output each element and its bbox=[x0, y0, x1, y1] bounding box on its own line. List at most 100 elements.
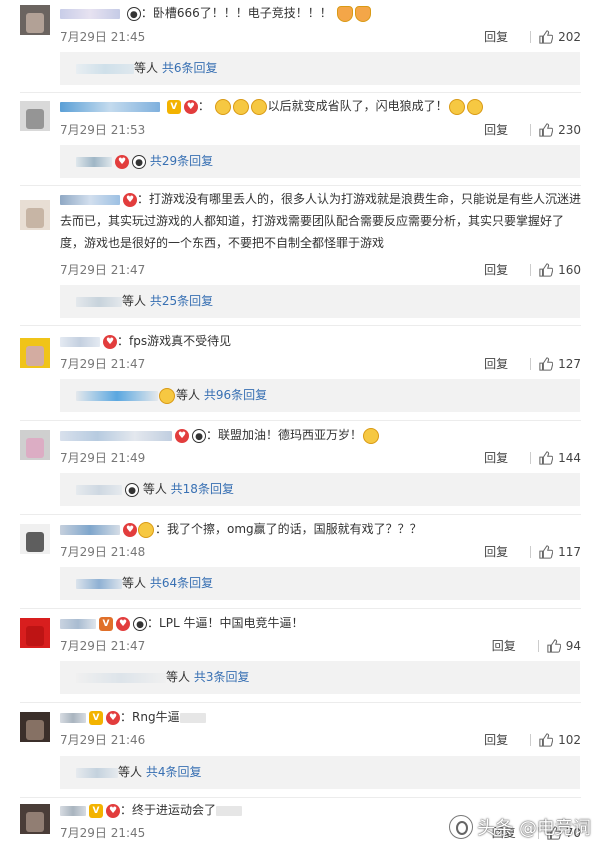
v-badge-icon: V bbox=[99, 616, 113, 631]
username[interactable] bbox=[60, 194, 120, 205]
comment-body: ♥ ：打游戏没有哪里丢人的，很多人认为打游戏就是浪费生命，只能说是有些人沉迷进去而… bbox=[60, 192, 582, 250]
reply-suffix: 等人 bbox=[134, 61, 159, 75]
thumbs-up-icon[interactable] bbox=[547, 638, 561, 653]
username[interactable] bbox=[60, 336, 100, 347]
reply-count-link[interactable]: 共4条回复 bbox=[146, 765, 202, 779]
like-count: 117 bbox=[558, 544, 581, 559]
reply-summary[interactable]: 等人 共64条回复 bbox=[60, 567, 580, 600]
reply-count-link[interactable]: 共29条回复 bbox=[150, 154, 213, 168]
panda-icon: ● bbox=[192, 428, 206, 443]
avatar[interactable] bbox=[20, 618, 50, 648]
level-badge-icon: ♥ bbox=[123, 192, 137, 207]
laugh-emoji-icon bbox=[466, 98, 483, 115]
panda-icon: ● bbox=[125, 482, 139, 497]
comment-text: 联盟加油！德玛西亚万岁！ bbox=[218, 428, 363, 442]
smile-emoji-icon bbox=[250, 98, 267, 115]
comment-body: ♥ ● ：联盟加油！德玛西亚万岁！ bbox=[60, 424, 585, 446]
avatar[interactable] bbox=[20, 338, 50, 368]
reply-count-link[interactable]: 共25条回复 bbox=[150, 294, 213, 308]
username[interactable] bbox=[60, 805, 86, 816]
reply-summary[interactable]: 等人 共3条回复 bbox=[60, 661, 580, 694]
comment-text: 以后就变成省队了，闪电狼成了！ bbox=[267, 99, 448, 113]
like-count: 102 bbox=[558, 732, 581, 747]
level-badge-icon: ♥ bbox=[106, 803, 120, 818]
comment-body: V ♥： 以后就变成省队了，闪电狼成了！ bbox=[60, 95, 585, 117]
comment-actions: 回复 144 bbox=[484, 449, 581, 466]
avatar[interactable] bbox=[20, 804, 50, 834]
avatar[interactable] bbox=[20, 5, 50, 35]
comment-actions: 回复 102 bbox=[484, 731, 581, 748]
username[interactable] bbox=[60, 101, 160, 112]
username[interactable] bbox=[60, 618, 96, 629]
thumbs-up-icon[interactable] bbox=[539, 450, 554, 465]
reply-count-link[interactable]: 共64条回复 bbox=[150, 576, 213, 590]
divider bbox=[20, 797, 581, 798]
smile-emoji-icon bbox=[232, 98, 249, 115]
avatar[interactable] bbox=[20, 101, 50, 131]
reply-summary[interactable]: 等人 共6条回复 bbox=[60, 52, 580, 85]
separator bbox=[530, 263, 532, 276]
comment-time: 7月29日 21:45 bbox=[60, 826, 146, 840]
like-count: 144 bbox=[558, 450, 581, 465]
username[interactable] bbox=[60, 430, 172, 441]
thumbs-up-icon[interactable] bbox=[539, 262, 554, 277]
comment-time: 7月29日 21:53 bbox=[60, 123, 146, 137]
reply-button[interactable]: 回复 bbox=[484, 261, 508, 278]
reply-button[interactable]: 回复 bbox=[484, 121, 508, 138]
reply-count-link[interactable]: 共18条回复 bbox=[171, 482, 234, 496]
reply-summary[interactable]: ♥ ● 共29条回复 bbox=[60, 145, 580, 178]
reply-usernames bbox=[76, 296, 122, 307]
avatar[interactable] bbox=[20, 524, 50, 554]
thumbs-up-icon[interactable] bbox=[539, 356, 554, 371]
comment-body: V ♥ ：Rng牛逼 bbox=[60, 706, 585, 728]
v-badge-icon: V bbox=[166, 99, 181, 114]
username[interactable] bbox=[60, 712, 86, 723]
emoji-icon bbox=[159, 387, 175, 404]
reply-summary[interactable]: 等人 共25条回复 bbox=[60, 285, 580, 318]
separator bbox=[530, 123, 532, 136]
reply-button[interactable]: 回复 bbox=[492, 637, 516, 654]
watermark: 头条 @电竞词 bbox=[449, 814, 591, 840]
thumbs-up-icon[interactable] bbox=[539, 29, 554, 44]
thumbs-up-icon[interactable] bbox=[539, 122, 554, 137]
hand-emoji-icon bbox=[336, 5, 353, 22]
reply-usernames bbox=[76, 63, 134, 74]
panda-icon: ● bbox=[133, 616, 147, 631]
username[interactable] bbox=[60, 524, 120, 535]
emoji-placeholder bbox=[179, 712, 206, 723]
comment-body: ♥ ：我了个擦，omg赢了的话，国服就有戏了？？？ bbox=[60, 518, 585, 540]
reply-count-link[interactable]: 共6条回复 bbox=[162, 61, 218, 75]
reply-count-link[interactable]: 共96条回复 bbox=[204, 388, 267, 402]
comment-actions: 回复 230 bbox=[484, 121, 581, 138]
reply-button[interactable]: 回复 bbox=[484, 355, 508, 372]
reply-button[interactable]: 回复 bbox=[484, 28, 508, 45]
smile-emoji-icon bbox=[214, 98, 231, 115]
thumbs-up-icon[interactable] bbox=[539, 544, 554, 559]
reply-summary[interactable]: ● 等人 共18条回复 bbox=[60, 473, 580, 506]
reply-summary[interactable]: 等人 共96条回复 bbox=[60, 379, 580, 412]
level-badge-icon: ♥ bbox=[106, 710, 120, 725]
reply-count-link[interactable]: 共3条回复 bbox=[194, 670, 250, 684]
reply-suffix: 等人 bbox=[166, 670, 191, 684]
laugh-emoji-icon bbox=[448, 98, 465, 115]
reply-suffix: 等人 bbox=[142, 482, 167, 496]
comment-actions: 回复 94 bbox=[492, 637, 581, 654]
level-badge-icon: ♥ bbox=[175, 428, 189, 443]
reply-button[interactable]: 回复 bbox=[484, 731, 508, 748]
divider bbox=[20, 92, 581, 93]
reply-button[interactable]: 回复 bbox=[484, 449, 508, 466]
username[interactable] bbox=[60, 8, 120, 19]
reply-usernames bbox=[76, 156, 112, 167]
avatar[interactable] bbox=[20, 200, 50, 230]
reply-summary[interactable]: 等人 共4条回复 bbox=[60, 756, 580, 789]
reply-button[interactable]: 回复 bbox=[484, 543, 508, 560]
separator bbox=[530, 733, 532, 746]
v-badge-icon: V bbox=[89, 803, 103, 818]
thumbs-up-icon[interactable] bbox=[539, 732, 554, 747]
divider bbox=[20, 325, 581, 326]
avatar[interactable] bbox=[20, 712, 50, 742]
divider bbox=[20, 608, 581, 609]
like-count: 230 bbox=[558, 122, 581, 137]
comment-actions: 回复 127 bbox=[484, 355, 581, 372]
avatar[interactable] bbox=[20, 430, 50, 460]
